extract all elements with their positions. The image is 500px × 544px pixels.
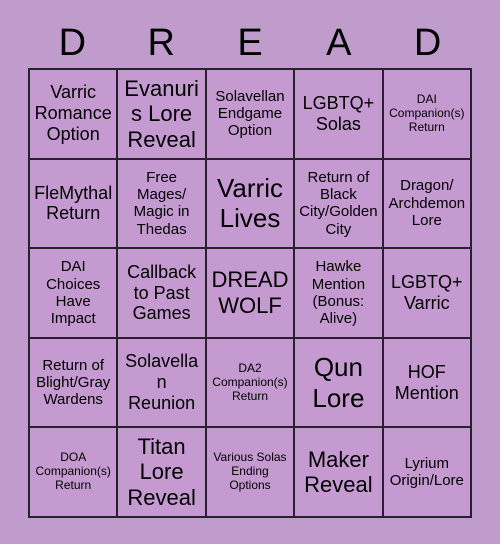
bingo-cell[interactable]: DAI Companion(s) Return	[383, 70, 472, 160]
bingo-cell[interactable]: Qun Lore	[295, 338, 384, 429]
bingo-cell-label: FleMythal Return	[34, 182, 113, 224]
bingo-cell[interactable]: Return of Blight/Gray Wardens	[30, 338, 119, 429]
bingo-cell[interactable]: DA2 Companion(s) Return	[206, 338, 296, 429]
bingo-cell-label: Titan Lore Reveal	[127, 433, 196, 510]
bingo-cell[interactable]: Evanuris Lore Reveal	[118, 70, 207, 160]
bingo-cell[interactable]: FleMythal Return	[30, 159, 119, 250]
bingo-cell-label: Solavellan Reunion	[125, 351, 199, 414]
bingo-cell[interactable]: Return of Black City/Golden City	[295, 159, 384, 250]
bingo-cell-label: DA2 Companion(s) Return	[212, 360, 288, 403]
bingo-cell-label: Free Mages/ Magic in Thedas	[133, 168, 190, 238]
bingo-cell[interactable]: Varric Romance Option	[30, 70, 119, 160]
bingo-cell-label: Evanuris Lore Reveal	[124, 75, 199, 152]
bingo-cell[interactable]: Titan Lore Reveal	[118, 428, 207, 518]
bingo-cell-label: Various Solas Ending Options	[213, 450, 287, 493]
bingo-cell-label: LGBTQ+ Solas	[302, 92, 375, 134]
bingo-cell-label: DAI Choices Have Impact	[46, 258, 101, 328]
bingo-cell-label: Solavellan Endgame Option	[215, 87, 285, 140]
bingo-cell[interactable]: Varric Lives	[206, 159, 296, 250]
bingo-cell[interactable]: Lyrium Origin/Lore	[383, 428, 472, 518]
bingo-cell-label: Return of Black City/Golden City	[299, 168, 378, 238]
bingo-cell[interactable]: LGBTQ+ Solas	[295, 70, 384, 160]
bingo-cell[interactable]: Solavellan Reunion	[118, 338, 207, 429]
bingo-header: DREAD	[28, 18, 472, 68]
bingo-cell-label: Maker Reveal	[304, 446, 373, 498]
bingo-cell[interactable]: DREAD WOLF	[206, 249, 296, 339]
bingo-cell-label: DOA Companion(s) Return	[35, 450, 111, 493]
bingo-cell[interactable]: LGBTQ+ Varric	[383, 249, 472, 339]
bingo-card: D R E A D Varric Romance Option Evanuris Lore…	[0, 0, 500, 544]
bingo-cell-label: Return of Blight/Gray Wardens	[36, 356, 111, 409]
bingo-cell-label: Hawke Mention (Bonus: Alive)	[311, 258, 366, 328]
bingo-cell-label: Lyrium Origin/Lore	[389, 454, 464, 490]
bingo-cell-label: Qun Lore	[312, 352, 365, 413]
bingo-cell[interactable]: Hawke Mention (Bonus: Alive)	[295, 249, 384, 339]
bingo-header-letter-0: D	[58, 22, 87, 64]
bingo-cell[interactable]: Solavellan Endgame Option	[206, 70, 296, 160]
bingo-cell[interactable]: Maker Reveal	[295, 428, 384, 518]
bingo-cell-label: DAI Companion(s) Return	[389, 91, 465, 134]
bingo-cell-label: LGBTQ+ Varric	[391, 272, 463, 313]
bingo-header-letter-1: R	[147, 22, 175, 64]
bingo-grid: Varric Romance Option Evanuris Lore Revea…	[28, 68, 472, 518]
bingo-cell[interactable]: Free Mages/ Magic in Thedas	[118, 159, 207, 250]
bingo-header-letter-3: A	[326, 22, 352, 64]
bingo-cell[interactable]: Callback to Past Games	[118, 249, 207, 339]
bingo-cell[interactable]: DOA Companion(s) Return	[30, 428, 119, 518]
bingo-cell[interactable]: DAI Choices Have Impact	[30, 249, 119, 339]
bingo-cell-label: Dragon/ Archdemon Lore	[388, 177, 466, 230]
bingo-cell[interactable]: HOF Mention	[383, 338, 472, 429]
bingo-cell[interactable]: Various Solas Ending Options	[206, 428, 296, 518]
bingo-cell-label: Varric Romance Option	[34, 82, 112, 145]
bingo-cell-label: Callback to Past Games	[127, 261, 197, 324]
bingo-cell[interactable]: Dragon/ Archdemon Lore	[383, 159, 472, 250]
bingo-header-letter-4: D	[413, 22, 442, 64]
bingo-cell-label: Varric Lives	[217, 173, 283, 234]
bingo-header-letter-2: E	[237, 22, 263, 64]
bingo-cell-label: HOF Mention	[394, 361, 459, 403]
bingo-cell-label: DREAD WOLF	[211, 267, 289, 318]
